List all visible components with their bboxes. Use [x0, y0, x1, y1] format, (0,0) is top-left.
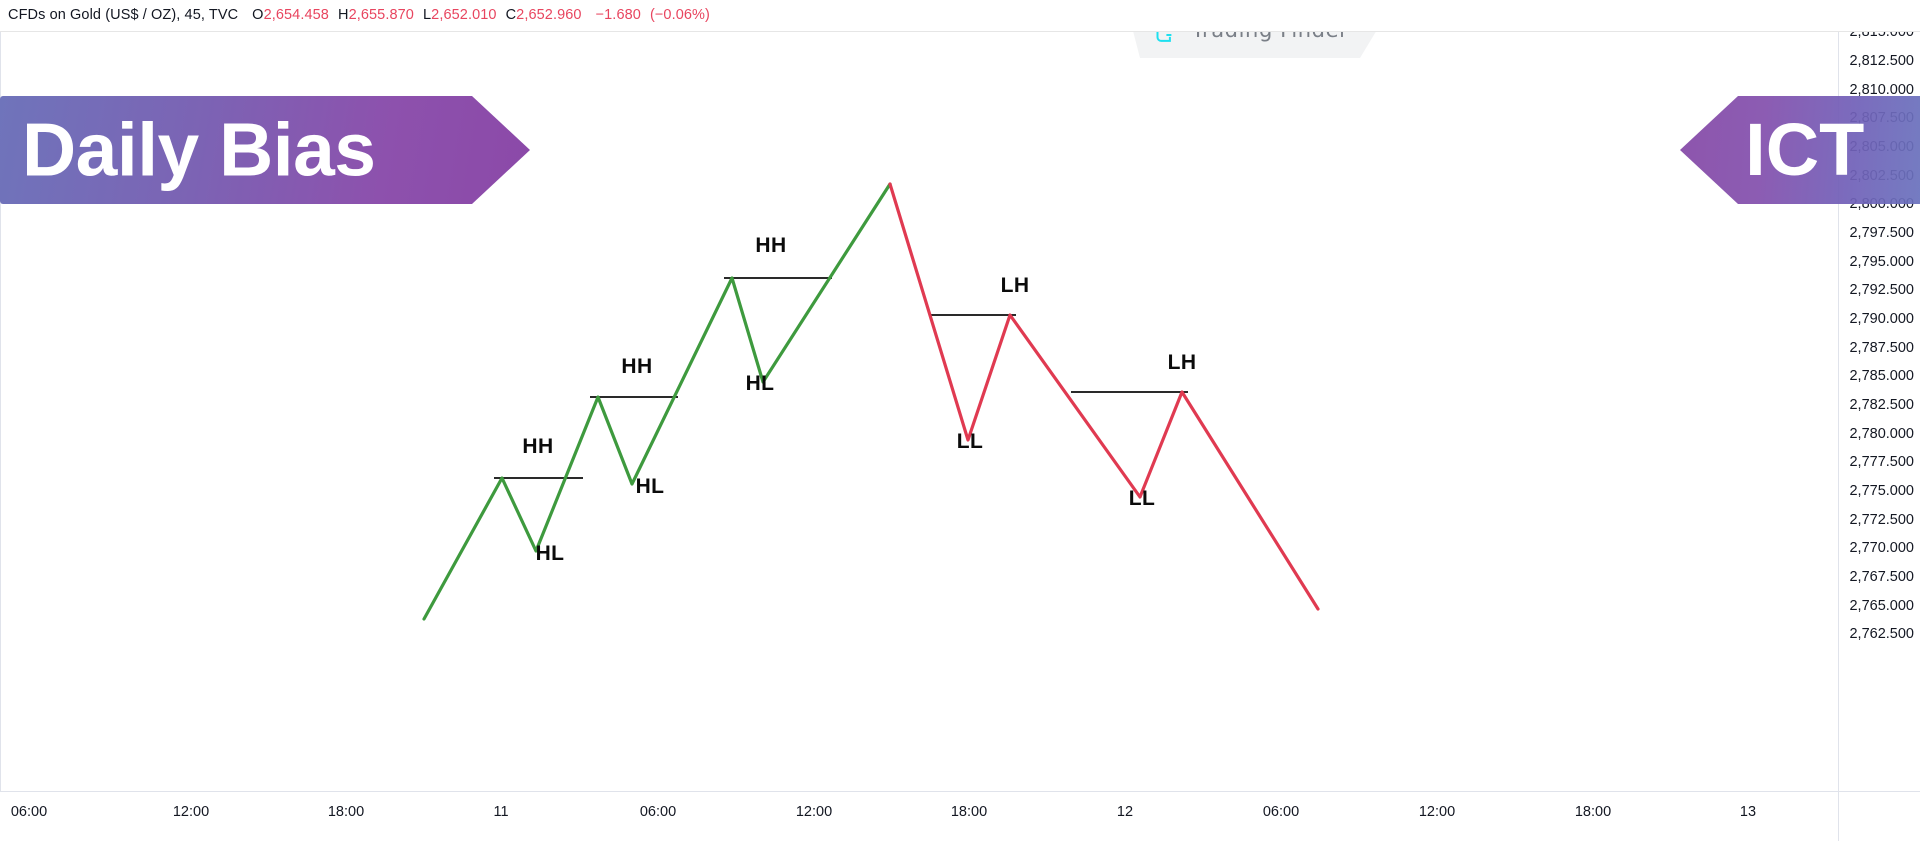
price-tick: 2,767.500 — [1849, 569, 1914, 585]
change-absolute: −1.680 — [595, 7, 641, 23]
daily-bias-label: Daily Bias — [22, 107, 376, 192]
swing-label-hl: HL — [535, 542, 565, 565]
ict-label: ICT — [1745, 108, 1865, 191]
price-tick: 2,772.500 — [1849, 512, 1914, 528]
time-tick: 11 — [493, 804, 509, 820]
close-value: 2,652.960 — [516, 7, 582, 23]
price-tick: 2,797.500 — [1849, 225, 1914, 241]
price-tick: 2,780.000 — [1849, 426, 1914, 442]
time-tick: 06:00 — [639, 804, 677, 820]
price-tick: 2,792.500 — [1849, 282, 1914, 298]
price-tick: 2,770.000 — [1849, 540, 1914, 556]
symbol-name[interactable]: CFDs on Gold (US$ / OZ), 45, TVC — [8, 7, 238, 23]
symbol-legend[interactable]: CFDs on Gold (US$ / OZ), 45, TVC O2,654.4… — [8, 7, 710, 23]
high-key: H — [337, 7, 349, 23]
price-tick: 2,812.500 — [1849, 53, 1914, 69]
time-tick: 18:00 — [327, 804, 365, 820]
open-value: 2,654.458 — [263, 7, 329, 23]
time-tick: 12:00 — [1418, 804, 1456, 820]
swing-label-hh: HH — [621, 355, 653, 378]
time-axis[interactable]: 06:00 12:00 18:00 11 06:00 12:00 18:00 12 06:00 1… — [0, 791, 1838, 841]
time-tick: 06:00 — [10, 804, 48, 820]
time-tick: 12 — [1116, 804, 1134, 820]
axis-corner-cell — [1838, 791, 1920, 841]
ict-banner: ICT — [1680, 96, 1920, 204]
change-percent: (−0.06%) — [649, 7, 710, 23]
swing-label-ll: LL — [956, 430, 984, 453]
price-tick: 2,777.500 — [1849, 454, 1914, 470]
time-tick: 12:00 — [795, 804, 833, 820]
open-key: O — [252, 7, 264, 23]
price-tick: 2,785.000 — [1849, 368, 1914, 384]
price-tick: 2,762.500 — [1849, 626, 1914, 642]
price-tick: 2,787.500 — [1849, 340, 1914, 356]
swing-label-ll: LL — [1128, 487, 1156, 510]
uptrend-polyline — [422, 182, 892, 621]
high-value: 2,655.870 — [348, 7, 414, 23]
swing-label-lh: LH — [1000, 274, 1030, 297]
swing-label-hl: HL — [635, 475, 665, 498]
swing-label-hl: HL — [745, 372, 775, 395]
price-tick: 2,782.500 — [1849, 397, 1914, 413]
chart-legend-bar: CFDs on Gold (US$ / OZ), 45, TVC O2,654.4… — [0, 0, 1920, 32]
price-tick: 2,765.000 — [1849, 598, 1914, 614]
market-structure-lines — [494, 277, 1188, 479]
swing-label-hh: HH — [755, 234, 787, 257]
price-tick: 2,790.000 — [1849, 311, 1914, 327]
low-value: 2,652.010 — [431, 7, 497, 23]
time-tick: 18:00 — [1574, 804, 1612, 820]
time-tick: 06:00 — [1262, 804, 1300, 820]
swing-label-lh: LH — [1167, 351, 1197, 374]
time-tick: 13 — [1739, 804, 1757, 820]
close-key: C — [505, 7, 517, 23]
time-tick: 18:00 — [950, 804, 988, 820]
downtrend-polyline — [888, 182, 1320, 611]
price-tick: 2,775.000 — [1849, 483, 1914, 499]
price-tick: 2,795.000 — [1849, 254, 1914, 270]
low-key: L — [422, 7, 432, 23]
daily-bias-banner: Daily Bias — [0, 96, 530, 204]
time-tick: 12:00 — [172, 804, 210, 820]
swing-label-hh: HH — [522, 435, 554, 458]
